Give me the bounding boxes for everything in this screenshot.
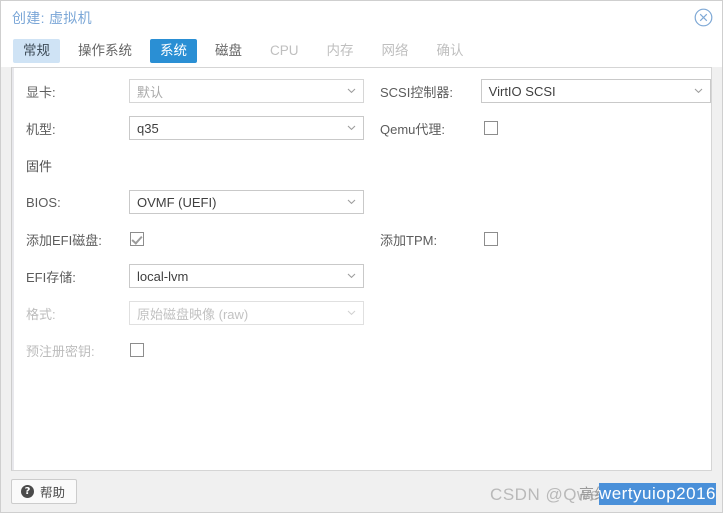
field-row-graphic-card: 显卡: 默认 bbox=[17, 79, 371, 103]
wizard-tabbar: 常规 操作系统 系统 磁盘 CPU 内存 网络 确认 bbox=[1, 35, 722, 67]
machine-label: 机型: bbox=[26, 121, 56, 137]
tab-cpu[interactable]: CPU bbox=[260, 39, 309, 63]
form-column-right: SCSI控制器: VirtIO SCSI Qemu代理: 添加TPM: bbox=[371, 79, 711, 375]
scsi-controller-label: SCSI控制器: bbox=[380, 84, 453, 100]
graphic-card-select[interactable]: 默认 bbox=[129, 79, 364, 103]
add-tpm-checkbox[interactable] bbox=[484, 232, 498, 246]
question-mark-icon: ? bbox=[21, 485, 34, 498]
scsi-controller-value: VirtIO SCSI bbox=[488, 83, 556, 99]
chevron-down-icon bbox=[347, 197, 356, 206]
form-column-left: 显卡: 默认 机型: q35 固件 BIOS: OVMF (UEFI) 添加EF… bbox=[12, 79, 371, 375]
pre-enroll-keys-checkbox[interactable] bbox=[130, 343, 144, 357]
tab-memory[interactable]: 内存 bbox=[317, 39, 364, 63]
efi-storage-label: EFI存储: bbox=[26, 269, 76, 285]
chevron-down-icon bbox=[347, 271, 356, 280]
machine-select[interactable]: q35 bbox=[129, 116, 364, 140]
field-row-scsi-controller: SCSI控制器: VirtIO SCSI bbox=[371, 79, 711, 103]
field-row-machine: 机型: q35 bbox=[17, 116, 371, 140]
tab-disks[interactable]: 磁盘 bbox=[205, 39, 252, 63]
format-label: 格式: bbox=[26, 306, 56, 322]
qemu-agent-checkbox[interactable] bbox=[484, 121, 498, 135]
field-row-firmware-heading: 固件 bbox=[17, 153, 371, 177]
bios-select[interactable]: OVMF (UEFI) bbox=[129, 190, 364, 214]
watermark-cn-overlay: 高级忽略四海 bbox=[578, 486, 672, 503]
tab-network[interactable]: 网络 bbox=[372, 39, 419, 63]
pre-enroll-keys-label: 预注册密钥: bbox=[26, 343, 95, 359]
close-icon[interactable] bbox=[694, 8, 713, 27]
field-row-qemu-agent: Qemu代理: bbox=[371, 116, 711, 140]
qemu-agent-label: Qemu代理: bbox=[380, 121, 446, 137]
field-row-efi-storage: EFI存储: local-lvm bbox=[17, 264, 371, 288]
format-select: 原始磁盘映像 (raw) bbox=[129, 301, 364, 325]
field-row-add-tpm: 添加TPM: bbox=[371, 227, 711, 251]
machine-value: q35 bbox=[137, 120, 159, 136]
tab-confirm[interactable]: 确认 bbox=[427, 39, 474, 63]
field-row-pre-enroll-keys: 预注册密钥: bbox=[17, 338, 371, 362]
graphic-card-label: 显卡: bbox=[26, 84, 56, 100]
help-button[interactable]: ? 帮助 bbox=[11, 479, 78, 504]
tab-os[interactable]: 操作系统 bbox=[68, 39, 142, 63]
graphic-card-value: 默认 bbox=[137, 84, 164, 100]
dialog-titlebar: 创建: 虚拟机 bbox=[1, 1, 722, 35]
form-columns: 显卡: 默认 机型: q35 固件 BIOS: OVMF (UEFI) 添加EF… bbox=[12, 68, 711, 375]
bios-value: OVMF (UEFI) bbox=[137, 194, 217, 210]
bios-label: BIOS: bbox=[26, 194, 61, 210]
tab-system[interactable]: 系统 bbox=[150, 38, 197, 63]
field-row-bios: BIOS: OVMF (UEFI) bbox=[17, 190, 371, 214]
watermark-selected-text: wertyuiop2016 bbox=[598, 483, 716, 505]
chevron-down-icon bbox=[347, 86, 356, 95]
efi-storage-select[interactable]: local-lvm bbox=[129, 264, 364, 288]
chevron-down-icon bbox=[694, 86, 703, 95]
format-value: 原始磁盘映像 (raw) bbox=[137, 306, 249, 322]
firmware-section-label: 固件 bbox=[26, 158, 53, 174]
dialog-footer: ? 帮助 CSDN @Qwertyuiop2016 高级忽略四海 wertyui… bbox=[1, 471, 722, 512]
system-settings-panel: 显卡: 默认 机型: q35 固件 BIOS: OVMF (UEFI) 添加EF… bbox=[11, 67, 712, 471]
dialog-title: 创建: 虚拟机 bbox=[12, 10, 92, 26]
tab-general[interactable]: 常规 bbox=[13, 38, 60, 63]
chevron-down-icon bbox=[347, 123, 356, 132]
panel-wrapper: 显卡: 默认 机型: q35 固件 BIOS: OVMF (UEFI) 添加EF… bbox=[1, 67, 722, 471]
scsi-controller-select[interactable]: VirtIO SCSI bbox=[480, 79, 711, 103]
watermark-gray-text: CSDN @Qwertyuiop2016 bbox=[490, 485, 694, 504]
panel-left-accent bbox=[12, 68, 14, 470]
create-vm-dialog: 创建: 虚拟机 常规 操作系统 系统 磁盘 CPU 内存 网络 确认 显卡: 默… bbox=[0, 0, 723, 513]
add-efi-disk-checkbox[interactable] bbox=[130, 232, 144, 246]
add-tpm-label: 添加TPM: bbox=[380, 232, 438, 248]
efi-storage-value: local-lvm bbox=[137, 268, 189, 284]
help-button-label: 帮助 bbox=[40, 486, 66, 500]
add-efi-disk-label: 添加EFI磁盘: bbox=[26, 232, 102, 248]
chevron-down-icon bbox=[347, 308, 356, 317]
field-row-format: 格式: 原始磁盘映像 (raw) bbox=[17, 301, 371, 325]
field-row-add-efi-disk: 添加EFI磁盘: bbox=[17, 227, 371, 251]
